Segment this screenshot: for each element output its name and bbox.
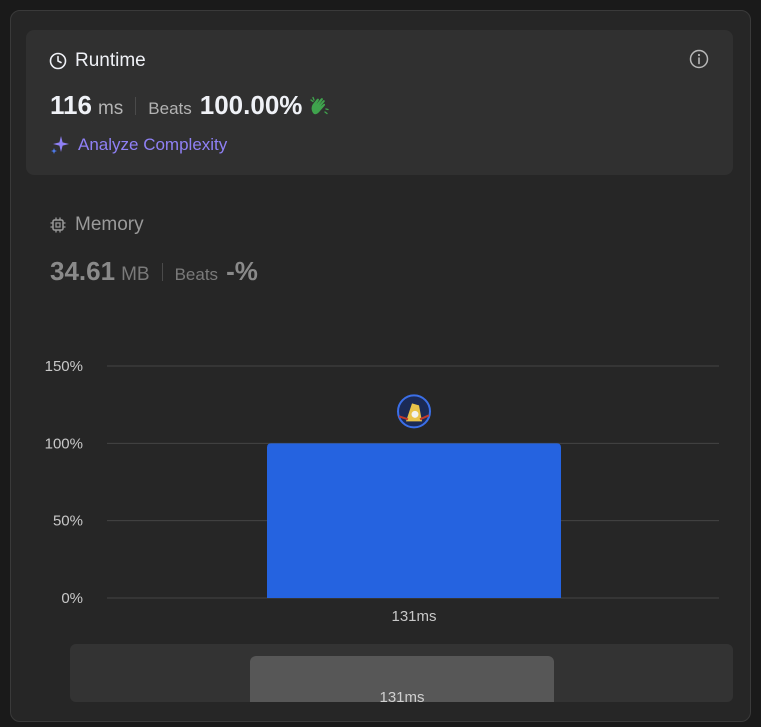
- runtime-title: Runtime: [75, 50, 146, 71]
- runtime-distribution-chart: 0% 50% 100% 150% 131ms: [45, 358, 719, 625]
- memory-beats-label: Beats: [174, 265, 219, 284]
- sparkle-icon: [51, 136, 69, 154]
- memory-value: 34.61: [50, 256, 116, 286]
- y-tick-label: 0%: [61, 590, 83, 607]
- distribution-range-slider[interactable]: 131ms: [70, 644, 733, 702]
- clock-icon: [49, 52, 67, 70]
- runtime-beats-percent: 100.00%: [199, 90, 303, 120]
- runtime-card[interactable]: Runtime 116 ms Beats 100.00% Analyze Com…: [26, 30, 733, 175]
- runtime-value: 116: [50, 90, 92, 120]
- runtime-stats: 116 ms Beats 100.00%: [50, 90, 330, 121]
- runtime-beats-label: Beats: [148, 99, 192, 118]
- memory-header[interactable]: Memory: [49, 214, 144, 236]
- analyze-complexity-link[interactable]: Analyze Complexity: [49, 134, 227, 156]
- runtime-header: Runtime: [49, 50, 146, 72]
- info-icon[interactable]: [689, 49, 709, 69]
- avatar-face-shape: [411, 410, 419, 418]
- chip-icon: [50, 217, 66, 233]
- y-tick-label: 150%: [45, 358, 83, 375]
- memory-title: Memory: [75, 214, 144, 235]
- x-tick-label: 131ms: [391, 608, 436, 625]
- y-tick-label: 50%: [53, 513, 83, 530]
- memory-unit: MB: [121, 264, 150, 285]
- divider: [161, 262, 163, 281]
- range-slider-label: 131ms: [379, 689, 425, 702]
- analyze-complexity-label: Analyze Complexity: [78, 135, 228, 154]
- range-slider-handle[interactable]: 131ms: [250, 656, 554, 702]
- bar: [267, 443, 561, 598]
- memory-beats-percent: -%: [226, 256, 258, 286]
- memory-stats: 34.61 MB Beats -%: [50, 256, 258, 287]
- y-tick-label: 100%: [45, 435, 83, 452]
- submission-detail-panel: Runtime 116 ms Beats 100.00% Analyze Com…: [10, 10, 751, 722]
- divider: [135, 96, 137, 115]
- runtime-unit: ms: [97, 98, 124, 119]
- clapping-hands-icon: [310, 96, 330, 114]
